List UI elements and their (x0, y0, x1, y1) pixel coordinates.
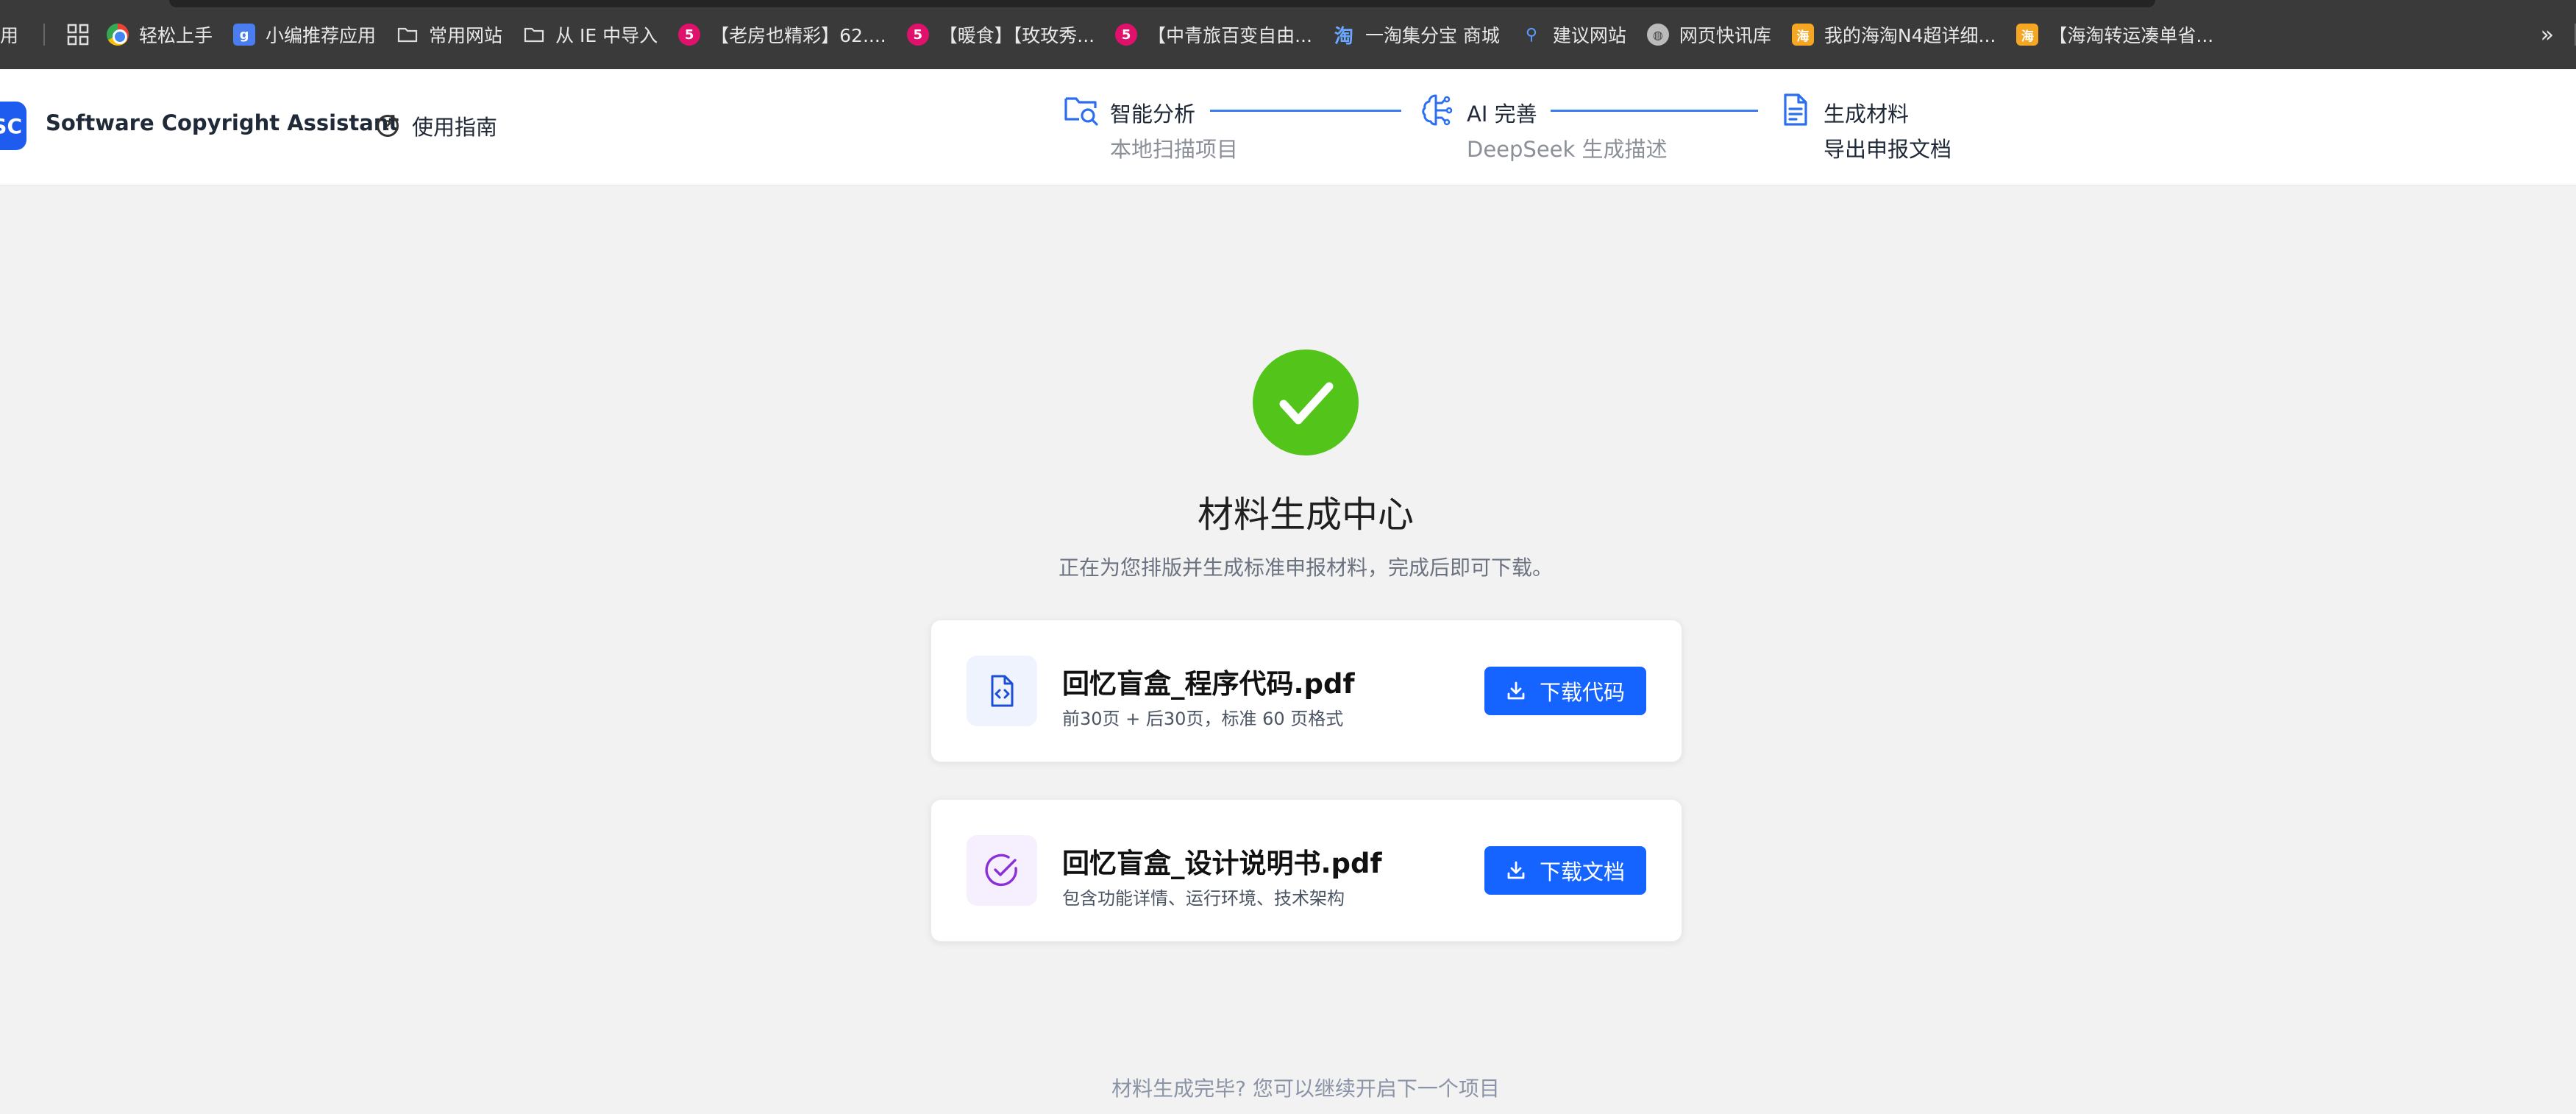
bookmark-label: 建议网站 (1552, 25, 1626, 46)
bookmark-label: 小编推荐应用 (266, 25, 377, 46)
page-title: 材料生成中心 (1197, 494, 1414, 536)
file-icon-box (967, 835, 1037, 906)
bookmarks-bar: 用 轻松上手 g 小编推荐应用 常用网站 从 IE 中导入 5 【老房也精彩】6… (0, 0, 2576, 69)
download-code-label: 下载代码 (1539, 680, 1625, 705)
window-top-edge (169, 0, 2155, 7)
page-subtitle: 正在为您排版并生成标准申报材料，完成后即可下载。 (1058, 556, 1553, 580)
brain-icon (1422, 94, 1453, 126)
bookmark-label: 一淘集分宝 商城 (1365, 25, 1500, 46)
apps-grid-button[interactable] (60, 13, 96, 57)
apps-grid-icon (67, 24, 89, 46)
document-icon (1784, 93, 1807, 126)
app-name: Software Copyright Assistant (46, 110, 399, 135)
folder-icon (397, 27, 418, 43)
step-title: 生成材料 (1824, 102, 1910, 127)
bookmark-item[interactable]: 5 【中青旅百变自由... (1105, 13, 1323, 57)
file-icon-box (967, 656, 1037, 726)
app-logo-text: SC (0, 113, 22, 138)
file-card-design-doc: 回忆盲盒_设计说明书.pdf 包含功能详情、运行环境、技术架构 下载文档 (931, 799, 1682, 942)
download-code-button[interactable]: 下载代码 (1484, 667, 1646, 715)
bookmark-item[interactable]: 轻松上手 (96, 13, 223, 57)
download-icon (1507, 861, 1525, 879)
app-logo[interactable]: SC (0, 102, 26, 150)
bookmark-label: 【中青旅百变自由... (1148, 25, 1312, 46)
checkmark-icon (1279, 382, 1334, 425)
bookmark-label: 从 IE 中导入 (555, 25, 658, 46)
haitao-icon: 海 (1791, 24, 1814, 46)
step-connector (1210, 110, 1401, 112)
success-badge (1253, 350, 1359, 455)
step-subtitle: DeepSeek 生成描述 (1467, 137, 1668, 162)
bookmark-label: 【海淘转运凑单省... (2049, 25, 2214, 46)
bookmark-label: 我的海淘N4超详细... (1824, 25, 1996, 46)
bookmark-item[interactable]: 5 【老房也精彩】62.... (668, 13, 897, 57)
bookmark-item[interactable]: ◍ 网页快讯库 (1637, 13, 1782, 57)
haitao-icon: 海 (2016, 24, 2039, 46)
help-circle-icon: ? (377, 115, 399, 137)
bookmark-fragment-label: 用 (0, 25, 19, 46)
g-app-icon: g (233, 24, 256, 46)
file-name: 回忆盲盒_设计说明书.pdf (1062, 848, 1382, 879)
download-document-label: 下载文档 (1539, 859, 1625, 884)
bookmark-label: 常用网站 (429, 25, 503, 46)
step-subtitle: 导出申报文档 (1824, 137, 1952, 162)
file-card-source-code: 回忆盲盒_程序代码.pdf 前30页 + 后30页，标准 60 页格式 下载代码 (931, 620, 1682, 762)
app-header: SC Software Copyright Assistant ? 使用指南 智… (0, 69, 2576, 185)
code-file-icon (991, 675, 1014, 707)
file-description: 前30页 + 后30页，标准 60 页格式 (1062, 709, 1344, 729)
check-circle-icon (985, 854, 1017, 887)
bookmark-item[interactable]: 海 我的海淘N4超详细... (1782, 13, 2006, 57)
bookmark-item[interactable]: g 小编推荐应用 (223, 13, 386, 57)
next-project-note[interactable]: 材料生成完毕? 您可以继续开启下一个项目 (0, 1073, 2576, 1102)
file-name: 回忆盲盒_程序代码.pdf (1062, 668, 1355, 700)
five-icon: 5 (1115, 24, 1138, 46)
bookmark-label: 轻松上手 (139, 25, 213, 46)
step-subtitle: 本地扫描项目 (1110, 137, 1239, 162)
step-title: 智能分析 (1110, 102, 1196, 127)
step-title: AI 完善 (1467, 102, 1537, 127)
chrome-icon (107, 24, 129, 46)
bookmark-fragment[interactable]: 用 (0, 13, 29, 57)
taobao-icon: 淘 (1334, 25, 1353, 48)
bookmark-item[interactable]: 淘 一淘集分宝 商城 (1323, 13, 1510, 57)
globe-icon: ◍ (1646, 24, 1669, 46)
search-icon: ⚲ (1525, 25, 1537, 44)
folder-icon (524, 27, 544, 43)
chevron-double-right-icon: » (2540, 21, 2554, 48)
bookmark-item[interactable]: ⚲ 建议网站 (1510, 13, 1637, 57)
five-icon: 5 (678, 24, 701, 46)
bookmark-item[interactable]: 常用网站 (386, 13, 513, 57)
user-guide-link[interactable]: ? 使用指南 (377, 110, 497, 141)
five-icon: 5 (906, 24, 929, 46)
download-icon (1507, 681, 1525, 700)
folder-search-icon (1064, 97, 1098, 126)
bookmarks-divider (43, 24, 46, 46)
user-guide-label: 使用指南 (412, 115, 498, 140)
bookmark-label: 网页快讯库 (1679, 25, 1771, 46)
bookmark-label: 【暖食】【玫玫秀... (939, 25, 1095, 46)
file-description: 包含功能详情、运行环境、技术架构 (1062, 888, 1345, 909)
bookmark-item[interactable]: 5 【暖食】【玫玫秀... (897, 13, 1105, 57)
bookmark-item[interactable]: 海 【海淘转运凑单省... (2006, 13, 2224, 57)
bookmark-item[interactable]: 从 IE 中导入 (513, 13, 668, 57)
download-document-button[interactable]: 下载文档 (1484, 846, 1646, 895)
bookmarks-overflow-button[interactable]: » (2530, 13, 2564, 57)
bookmark-label: 【老房也精彩】62.... (711, 25, 886, 46)
step-connector (1551, 110, 1758, 112)
